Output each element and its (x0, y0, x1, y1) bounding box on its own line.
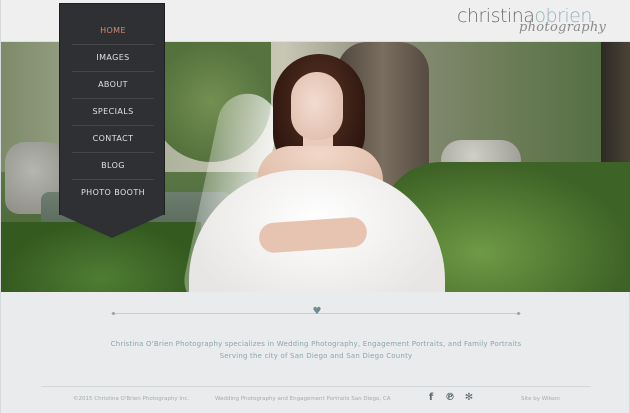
nav-specials[interactable]: SPECIALS (70, 98, 156, 125)
footer-credit-link[interactable]: Site by Wilson (521, 396, 560, 402)
nav-contact[interactable]: CONTACT (70, 125, 156, 152)
page: christinaobrien photography HOME IMAGES … (0, 0, 630, 413)
logo-script: photography (519, 20, 607, 35)
facebook-icon[interactable]: f (425, 392, 437, 404)
footer: ©2015 Christina O'Brien Photography Inc.… (1, 392, 630, 409)
heart-icon: ♥ (312, 306, 322, 317)
nav-home[interactable]: HOME (70, 17, 156, 44)
footer-copyright: ©2015 Christina O'Brien Photography Inc. (73, 396, 190, 402)
footer-divider (41, 386, 591, 387)
tagline-area: Serving the city of San Diego and San Di… (219, 352, 413, 360)
main-navigation: HOME IMAGES ABOUT SPECIALS CONTACT BLOG … (59, 3, 165, 215)
nav-pointer (59, 214, 165, 238)
site-logo[interactable]: christinaobrien photography (457, 5, 627, 39)
nav-about[interactable]: ABOUT (70, 71, 156, 98)
nav-images[interactable]: IMAGES (70, 44, 156, 71)
tagline-services: Christina O'Brien Photography specialize… (110, 340, 522, 348)
yelp-icon[interactable]: ✻ (463, 392, 475, 404)
nav-blog[interactable]: BLOG (70, 152, 156, 179)
pinterest-icon[interactable]: ℗ (444, 392, 456, 404)
nav-photo-booth[interactable]: PHOTO BOOTH (70, 179, 156, 206)
footer-keywords: Wedding Photography and Engagement Portr… (215, 396, 391, 402)
